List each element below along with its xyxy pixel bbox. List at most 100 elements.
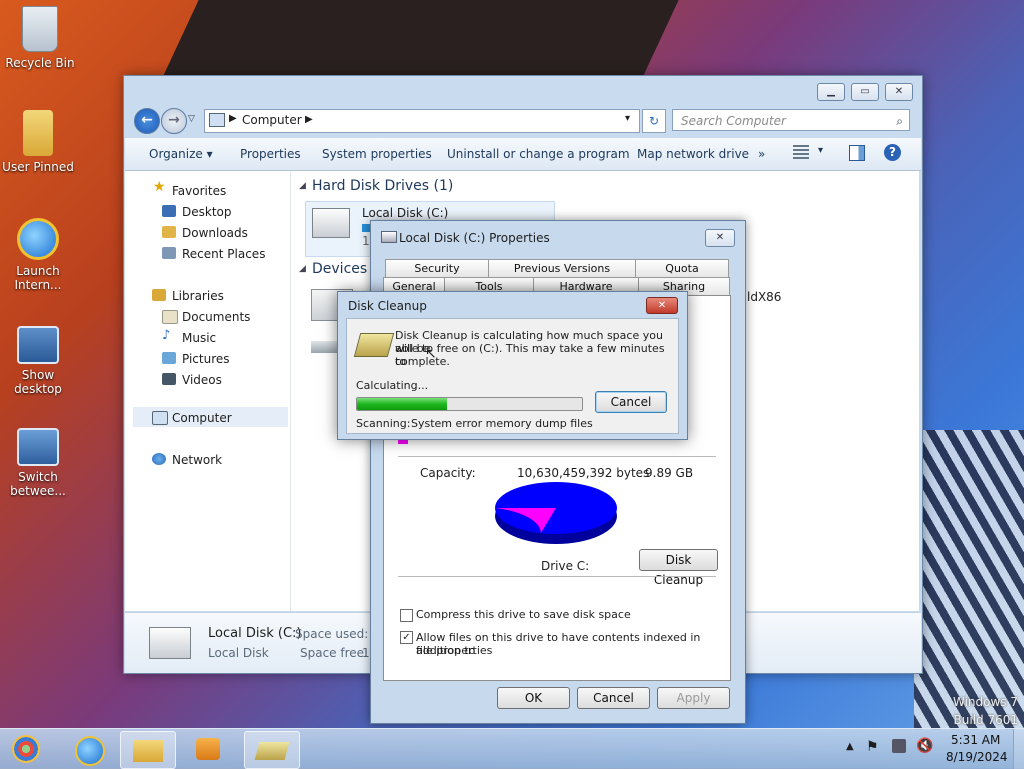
nav-pictures[interactable]: Pictures [182,352,230,366]
nav-desktop[interactable]: Desktop [182,205,232,219]
os-watermark: Windows 7 Build 7601 [953,693,1018,729]
disk-cleanup-body: Disk Cleanup is calculating how much spa… [346,318,679,434]
tab-previous-versions[interactable]: Previous Versions [488,259,636,278]
wallpaper-shape [161,0,679,80]
taskbar-disk-cleanup[interactable] [244,731,300,769]
apply-button[interactable]: Apply [657,687,730,709]
recent-pages-chevron-icon[interactable]: ▽ [188,114,195,124]
disk-cleanup-close-button[interactable]: ✕ [646,297,678,314]
computer-icon [152,411,168,425]
desktop-icon-label: User Pinned [2,160,74,174]
organize-button[interactable]: Organize ▾ [149,147,213,161]
show-hidden-icons-chevron-icon[interactable]: ▲ [846,741,854,752]
nav-libraries[interactable]: Libraries [172,289,224,303]
address-bar[interactable]: ▶ Computer ▶ ▾ [204,109,640,133]
command-bar: Organize ▾ Properties System properties … [125,138,921,171]
wallpaper-tower [914,430,1024,730]
search-icon[interactable]: ⌕ [896,110,903,132]
taskbar-media-player[interactable] [182,731,236,767]
nav-documents[interactable]: Documents [182,310,250,324]
cleanup-cancel-button[interactable]: Cancel [595,391,667,413]
nav-music[interactable]: Music [182,331,216,345]
uninstall-button[interactable]: Uninstall or change a program [447,147,630,161]
search-input[interactable]: Search Computer ⌕ [672,109,910,131]
media-player-icon [196,738,220,760]
ok-button[interactable]: OK [497,687,570,709]
capacity-label: Capacity: [420,466,476,480]
index-label-line2: file properties [416,644,493,657]
desktop-icon-show-desktop[interactable]: Show desktop [0,326,78,396]
cancel-button[interactable]: Cancel [577,687,650,709]
forward-button[interactable]: → [161,108,187,134]
desktop-icon-switch-windows[interactable]: Switch betwee... [0,428,78,498]
taskbar-file-explorer[interactable] [120,731,176,769]
scanning-item: System error memory dump files [411,417,593,430]
index-checkbox[interactable]: ✓ [400,631,413,644]
taskbar-internet-explorer[interactable] [62,731,116,767]
disk-cleanup-button[interactable]: Disk Cleanup [639,549,718,587]
more-commands-button[interactable]: » [758,147,765,161]
properties-button[interactable]: Properties [240,147,301,161]
clock-date[interactable]: 8/19/2024 [946,750,1008,764]
network-icon [152,453,166,465]
nav-computer[interactable]: Computer [172,411,232,425]
compress-checkbox[interactable] [400,609,413,622]
desktop-icon-internet-explorer[interactable]: Launch Intern... [0,218,78,292]
view-dropdown-icon[interactable]: ▾ [818,145,823,156]
folder-icon [23,110,53,156]
close-button[interactable]: ✕ [885,83,913,101]
properties-close-button[interactable]: ✕ [705,229,735,247]
computer-icon [209,113,225,127]
preview-pane-icon[interactable] [849,145,865,161]
hdd-group-header[interactable]: Hard Disk Drives (1) [312,178,453,194]
star-icon: ★ [153,179,166,195]
back-button[interactable]: ← [134,108,160,134]
tab-security[interactable]: Security [385,259,489,278]
help-icon[interactable]: ? [884,144,901,161]
separator [398,456,716,457]
usage-pie-chart [495,482,617,544]
music-icon: ♪ [162,328,171,343]
compress-label: Compress this drive to save disk space [416,608,631,621]
action-center-flag-icon[interactable]: ⚑ [866,739,879,755]
disk-cleanup-icon [254,742,290,760]
breadcrumb-chevron-icon[interactable]: ▶ [305,114,313,125]
desktop-icon-label: Show desktop [14,368,62,396]
nav-recent-places[interactable]: Recent Places [182,247,265,261]
refresh-icon[interactable]: ↻ [642,109,666,133]
volume-muted-icon[interactable]: 🔇 [916,738,933,754]
system-properties-button[interactable]: System properties [322,147,432,161]
desktop-icon-label: Switch betwee... [10,470,66,498]
minimize-button[interactable]: ▁ [817,83,845,101]
folder-icon [133,740,163,762]
videos-icon [162,373,176,385]
start-button-icon[interactable] [12,735,40,763]
map-network-drive-button[interactable]: Map network drive [637,147,749,161]
recycle-bin-icon [22,6,58,52]
address-dropdown-icon[interactable]: ▾ [625,113,630,124]
desktop-icon-recycle-bin[interactable]: Recycle Bin [0,6,80,70]
nav-videos[interactable]: Videos [182,373,222,387]
network-status-icon[interactable] [892,739,906,753]
watermark-line1: Windows 7 [952,695,1018,709]
capacity-gb: 9.89 GB [645,466,694,480]
documents-icon [162,310,178,324]
desktop-icon-label: Recycle Bin [5,56,75,70]
collapse-arrow-icon[interactable]: ◢ [299,264,306,274]
show-desktop-icon [17,326,59,364]
cleanup-message-line3: complete. [395,355,450,368]
desktop-icon-user-pinned[interactable]: User Pinned [0,110,78,174]
nav-downloads[interactable]: Downloads [182,226,248,240]
drive-title-icon [381,231,397,243]
cleanup-progress-bar [356,397,583,411]
nav-favorites[interactable]: Favorites [172,184,226,198]
clock-time[interactable]: 5:31 AM [951,733,1000,747]
breadcrumb-chevron-icon: ▶ [229,113,237,124]
maximize-button[interactable]: ▭ [851,83,879,101]
tab-quota[interactable]: Quota [635,259,729,278]
breadcrumb-computer[interactable]: Computer [242,113,302,127]
nav-network[interactable]: Network [172,453,222,467]
show-desktop-button[interactable] [1013,729,1024,769]
collapse-arrow-icon[interactable]: ◢ [299,181,306,191]
view-options-icon[interactable] [793,145,809,159]
